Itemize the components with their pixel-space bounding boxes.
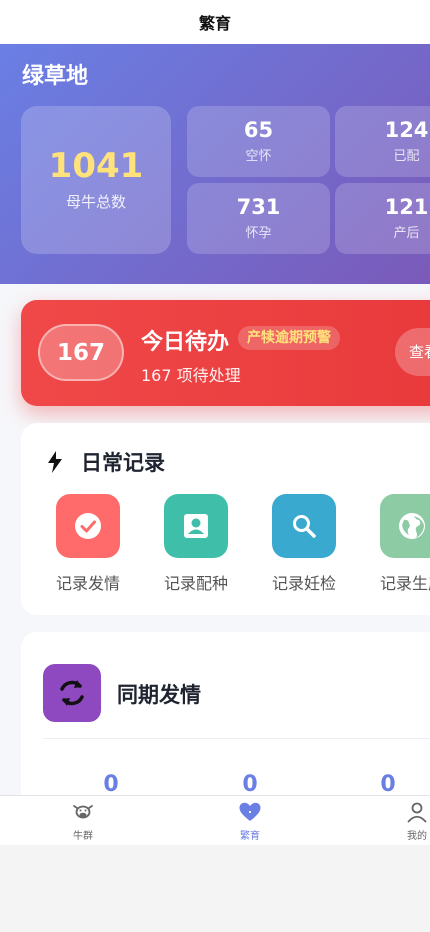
lightning-icon	[48, 451, 62, 473]
search-icon	[272, 494, 336, 558]
stat-label: 怀孕	[245, 226, 272, 242]
cow-icon	[73, 805, 93, 819]
total-cows-value: 1041	[48, 145, 144, 186]
nav-tab-breeding[interactable]: 繁育	[220, 800, 280, 842]
stat-card-postpartum[interactable]: 121 产后	[335, 183, 430, 254]
id-card-icon	[164, 494, 228, 558]
top-bar: 繁育	[0, 0, 430, 44]
todo-alert-card[interactable]: 167 今日待办 产犊逾期预警 167 项待处理 查看	[21, 300, 430, 406]
stat-value: 731	[236, 194, 281, 219]
record-calving-button[interactable]: 记录生产	[362, 494, 430, 594]
record-estrus-button[interactable]: 记录发情	[38, 494, 138, 594]
section-header: 日常记录	[47, 447, 165, 477]
stat-label: 产后	[393, 226, 420, 242]
bottom-nav: 牛群 繁育 我的	[0, 795, 430, 845]
page-title: 繁育	[198, 14, 231, 33]
heart-icon	[239, 802, 261, 821]
overdue-warning-tag: 产犊逾期预警	[238, 326, 340, 350]
sync-value: 0	[242, 772, 258, 797]
stat-card-open[interactable]: 65 空怀	[187, 106, 330, 177]
todo-subtitle: 167 项待处理	[141, 366, 241, 385]
check-circle-icon	[56, 494, 120, 558]
herd-summary-header: 绿草地 1041 母牛总数 65 空怀 124 已配 731 怀孕 121 产后	[0, 44, 430, 284]
total-cows-label: 母牛总数	[65, 193, 126, 212]
refresh-cycle-icon	[43, 664, 101, 722]
record-breeding-button[interactable]: 记录配种	[146, 494, 246, 594]
sync-value: 0	[380, 772, 396, 797]
nav-tab-herd[interactable]: 牛群	[53, 800, 113, 842]
stat-value: 121	[384, 194, 429, 219]
stat-value: 124	[384, 117, 429, 142]
stat-value: 65	[243, 117, 274, 142]
record-label: 记录妊检	[271, 574, 336, 593]
total-cows-card[interactable]: 1041 母牛总数	[21, 106, 171, 254]
sync-value: 0	[103, 772, 119, 797]
nav-label: 繁育	[240, 831, 260, 842]
globe-icon	[380, 494, 430, 558]
nav-tab-profile[interactable]: 我的	[387, 800, 430, 842]
record-label: 记录发情	[55, 574, 120, 593]
nav-label: 牛群	[73, 831, 93, 842]
view-todo-button[interactable]: 查看	[395, 328, 430, 376]
person-icon	[407, 802, 427, 823]
stat-card-bred[interactable]: 124 已配	[335, 106, 430, 177]
divider	[43, 738, 430, 739]
stat-label: 空怀	[245, 149, 272, 165]
stat-label: 已配	[393, 149, 420, 165]
record-label: 记录配种	[163, 574, 228, 593]
stat-card-pregnant[interactable]: 731 怀孕	[187, 183, 330, 254]
todo-title: 今日待办	[141, 330, 230, 355]
nav-label: 我的	[407, 831, 427, 842]
app-screen: 繁育 绿草地 1041 母牛总数 65 空怀 124 已配 731 怀孕 121…	[0, 0, 430, 845]
sync-title: 同期发情	[117, 683, 201, 707]
record-pregnancy-check-button[interactable]: 记录妊检	[254, 494, 354, 594]
daily-records-section: 日常记录 记录发情 记录配种 记录妊检 记录生	[21, 423, 430, 615]
section-title: 日常记录	[81, 451, 165, 475]
todo-count-badge: 167	[38, 324, 124, 381]
record-label: 记录生产	[379, 574, 430, 593]
farm-name[interactable]: 绿草地	[22, 58, 88, 90]
